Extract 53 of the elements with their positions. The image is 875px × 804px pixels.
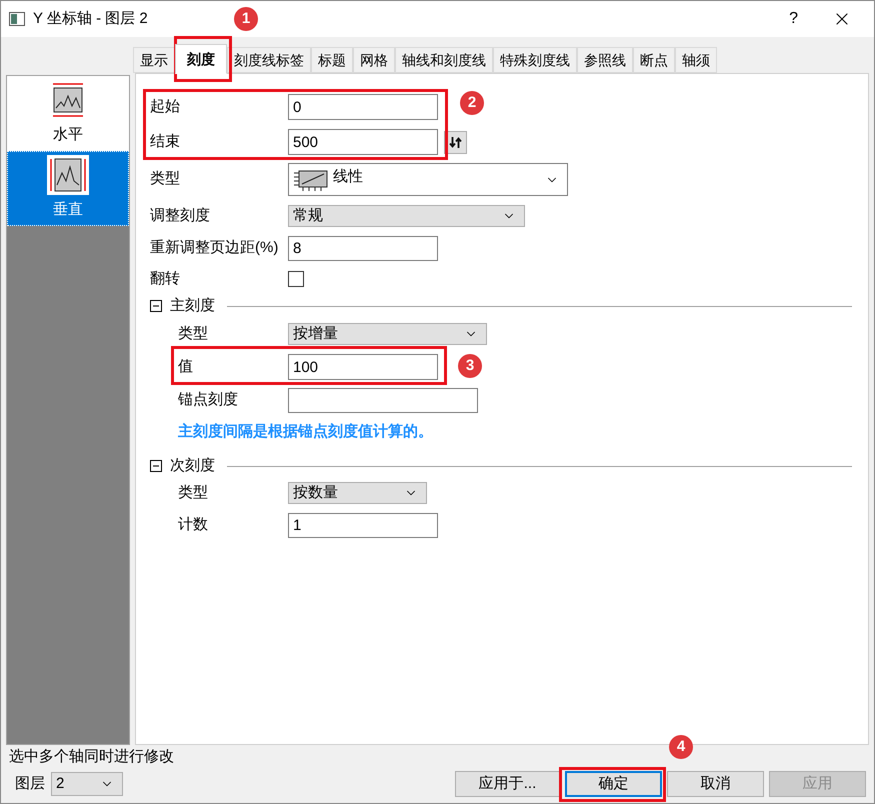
field-label: 类型 <box>150 169 181 190</box>
input-field[interactable]: 1 <box>288 513 438 538</box>
dropdown[interactable]: 2 <box>51 772 123 796</box>
field-label: 值 <box>178 356 194 377</box>
axis-item[interactable]: 水平 <box>7 76 129 151</box>
input-field[interactable]: 100 <box>288 354 438 380</box>
axis-item[interactable]: 垂直 <box>7 151 129 226</box>
dropdown[interactable]: 按增量 <box>288 323 487 345</box>
field-label: 翻转 <box>150 268 181 289</box>
field-label: 调整刻度 <box>150 206 211 226</box>
status-text: 选中多个轴同时进行修改 <box>9 747 175 767</box>
tab[interactable]: 标题 <box>311 47 353 73</box>
layer-label: 图层 <box>15 774 46 794</box>
field-label: 起始 <box>150 96 181 117</box>
collapse-icon[interactable] <box>150 300 162 312</box>
checkbox[interactable] <box>288 271 304 287</box>
dialog-button[interactable]: 确定 <box>565 771 662 797</box>
input-field[interactable]: 500 <box>288 129 438 155</box>
dialog-button[interactable]: 取消 <box>667 771 764 797</box>
field-label: 重新调整页边距(%) <box>150 238 280 258</box>
tab[interactable]: 断点 <box>633 47 675 73</box>
hint-text: 主刻度间隔是根据锚点刻度值计算的。 <box>178 422 433 442</box>
field-label: 类型 <box>178 324 209 344</box>
section-title: 次刻度 <box>170 456 215 476</box>
tab[interactable]: 显示 <box>133 47 175 73</box>
field-label: 类型 <box>178 482 209 503</box>
dialog-button[interactable]: 应用于... <box>455 771 560 797</box>
collapse-icon[interactable] <box>150 460 162 472</box>
input-field[interactable] <box>288 388 478 413</box>
tab[interactable]: 网格 <box>353 47 395 73</box>
tab[interactable]: 轴须 <box>675 47 717 73</box>
tab[interactable]: 轴线和刻度线 <box>395 47 493 73</box>
window-title: Y 坐标轴 - 图层 2 <box>33 8 148 29</box>
dropdown[interactable]: 线性 <box>288 163 568 196</box>
tab[interactable]: 参照线 <box>577 47 633 73</box>
linear-scale-icon <box>293 168 329 192</box>
dropdown[interactable]: 按数量 <box>288 482 427 504</box>
dropdown[interactable]: 常规 <box>288 205 525 227</box>
field-label: 锚点刻度 <box>178 390 239 410</box>
section-title: 主刻度 <box>170 296 215 316</box>
highlight-frame <box>174 36 232 82</box>
input-field[interactable]: 0 <box>288 94 438 120</box>
field-label: 结束 <box>150 132 181 152</box>
tab[interactable]: 刻度 <box>175 44 227 74</box>
tab[interactable]: 刻度线标签 <box>227 47 311 73</box>
swap-arrows-icon <box>449 136 462 148</box>
window-icon <box>9 12 25 26</box>
tab[interactable]: 特殊刻度线 <box>493 47 577 73</box>
step-number: 4 <box>669 735 693 759</box>
vertical-axis-icon <box>47 155 89 196</box>
help-button[interactable]: ? <box>789 7 798 31</box>
field-label: 计数 <box>178 515 209 536</box>
input-field[interactable]: 8 <box>288 236 438 261</box>
